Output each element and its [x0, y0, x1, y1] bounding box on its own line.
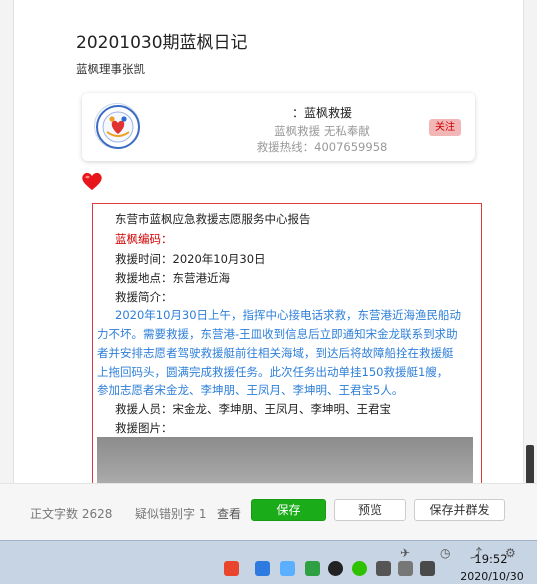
editor-bottom-bar: 正文字数 2628 疑似错别字 1 查看 保存 预览 保存并群发 [0, 483, 537, 540]
pin-icon[interactable]: ✈ [400, 546, 410, 560]
rescue-photo[interactable] [97, 437, 473, 483]
vertical-scrollbar[interactable] [523, 0, 537, 540]
clock-icon[interactable]: ◷ [440, 546, 450, 560]
report-box[interactable]: 东营市蓝枫应急救援志愿服务中心报告 蓝枫编码： 救援时间：2020年10月30日… [92, 203, 482, 483]
account-hotline: 救援热线：4007659958 [256, 140, 388, 154]
article-title[interactable]: 20201030期蓝枫日记 [76, 28, 248, 53]
windows-taskbar: ✈ ◷ ⤴ ⚙ 19:52 2020/10/30 [0, 540, 537, 584]
heart-icon [81, 171, 103, 191]
report-time: 救援时间：2020年10月30日 [115, 252, 266, 266]
report-summary-label: 救援简介： [115, 290, 173, 304]
report-summary-line: 参加志愿者宋金龙、李坤朋、王凤月、李坤明、王君宝5人。 [97, 383, 404, 397]
sogou-icon[interactable] [224, 561, 239, 576]
report-code-label: 蓝枫编码： [115, 232, 173, 246]
network-icon[interactable] [255, 561, 270, 576]
tray-date[interactable]: 2020/10/30 [452, 570, 532, 583]
wechat-icon[interactable] [352, 561, 367, 576]
tray-time[interactable]: 19:52 [456, 552, 526, 566]
word-count: 正文字数 2628 [30, 507, 113, 521]
view-typos-link[interactable]: 查看 [217, 505, 241, 522]
follow-button[interactable]: 关注 [429, 119, 461, 136]
report-members: 救援人员：宋金龙、李坤朋、王凤月、李坤明、王君宝 [115, 402, 391, 416]
security-icon[interactable] [305, 561, 320, 576]
qq-icon[interactable] [328, 561, 343, 576]
report-summary-line: 力不坏。需要救援，东营港-王皿收到信息后立即通知宋金龙联系到求助 [97, 327, 458, 341]
left-panel-edge [0, 0, 14, 540]
device-icon[interactable] [376, 561, 391, 576]
report-summary-line: 2020年10月30日上午，指挥中心接电话求救，东营港近海渔民船动 [115, 308, 462, 322]
save-button[interactable]: 保存 [251, 499, 326, 521]
preview-button[interactable]: 预览 [334, 499, 406, 521]
editor-page: 20201030期蓝枫日记 蓝枫理事张凯 ：蓝枫救援 蓝枫救援 无私奉献 救援热… [0, 0, 537, 540]
report-photos-label: 救援图片： [115, 421, 173, 435]
save-and-publish-button[interactable]: 保存并群发 [414, 499, 505, 521]
account-card: ：蓝枫救援 蓝枫救援 无私奉献 救援热线：4007659958 关注 [82, 93, 475, 161]
usb-icon[interactable] [398, 561, 413, 576]
typo-count: 疑似错别字 1 [135, 507, 207, 521]
volume-icon[interactable] [420, 561, 435, 576]
account-name: ：蓝枫救援 [291, 106, 352, 120]
report-summary-line: 者并安排志愿者驾驶救援艇前往相关海域，到达后将故障船拴在救援艇 [97, 346, 454, 360]
shield-icon[interactable] [280, 561, 295, 576]
article-author[interactable]: 蓝枫理事张凯 [76, 61, 145, 77]
report-header: 东营市蓝枫应急救援志愿服务中心报告 [115, 212, 311, 226]
report-place: 救援地点：东营港近海 [115, 271, 230, 285]
account-slogan: 蓝枫救援 无私奉献 [274, 124, 370, 138]
rescue-logo-icon [94, 103, 140, 149]
report-summary-line: 上拖回码头，圆满完成救援任务。此次任务出动单挂150救援艇1艘， [97, 365, 449, 379]
